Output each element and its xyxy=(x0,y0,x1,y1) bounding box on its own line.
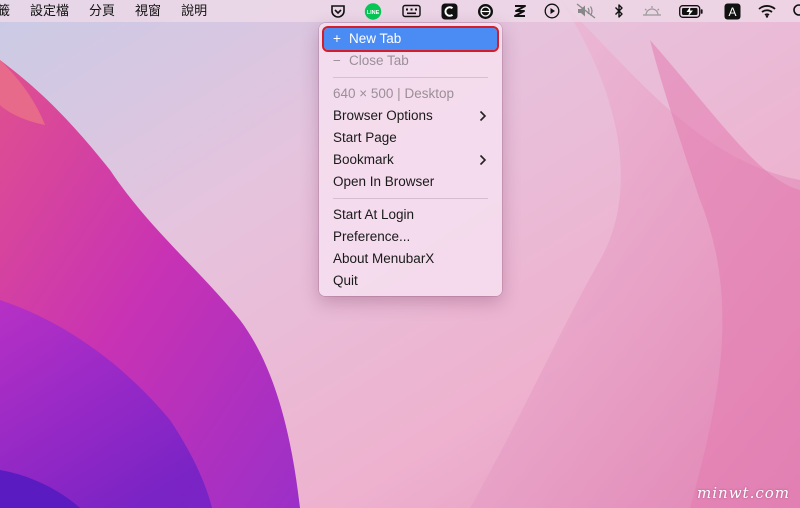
squiggle-app-icon[interactable] xyxy=(510,2,530,20)
chevron-right-icon xyxy=(479,149,487,173)
open-in-browser-menu-item[interactable]: Open In Browser xyxy=(324,171,497,193)
menu-bookmarks[interactable]: 籤 xyxy=(0,0,20,22)
viewport-size-info: 640 × 500 | Desktop xyxy=(333,86,454,101)
svg-text:A: A xyxy=(728,5,736,19)
about-menu-item[interactable]: About MenubarX xyxy=(324,248,497,270)
line-app-icon[interactable]: LINE xyxy=(363,2,383,20)
text-input-a-icon[interactable]: A xyxy=(722,2,742,20)
brightness-icon[interactable] xyxy=(642,2,662,20)
keyboard-icon[interactable] xyxy=(401,2,421,20)
menu-help[interactable]: 說明 xyxy=(171,0,217,22)
quit-menu-item[interactable]: Quit xyxy=(324,270,497,292)
search-icon[interactable] xyxy=(788,2,800,20)
bookmark-menu-item[interactable]: Bookmark xyxy=(324,149,497,171)
menu-bar: 籤 設定檔 分頁 視窗 說明 LINE A xyxy=(0,0,800,22)
menubarx-dropdown-menu: + New Tab − Close Tab 640 × 500 | Desktop … xyxy=(319,23,502,296)
pocket-icon[interactable] xyxy=(328,2,348,20)
vpn-globe-icon[interactable] xyxy=(475,2,495,20)
speaker-muted-icon[interactable] xyxy=(576,2,596,20)
menu-tabs[interactable]: 分頁 xyxy=(79,0,125,22)
plus-icon: + xyxy=(333,31,341,46)
browser-options-menu-item[interactable]: Browser Options xyxy=(324,105,497,127)
bookmark-label: Bookmark xyxy=(333,152,394,167)
c-app-icon[interactable] xyxy=(439,2,459,20)
menu-separator xyxy=(333,77,488,78)
watermark: minwt.com xyxy=(697,484,790,502)
minus-icon: − xyxy=(333,53,341,68)
svg-text:LINE: LINE xyxy=(367,10,380,16)
browser-options-label: Browser Options xyxy=(333,108,433,123)
start-at-login-menu-item[interactable]: Start At Login xyxy=(324,204,497,226)
menu-window[interactable]: 視窗 xyxy=(125,0,171,22)
close-tab-menu-item: − Close Tab xyxy=(324,50,497,72)
wifi-icon[interactable] xyxy=(757,2,777,20)
bluetooth-icon[interactable] xyxy=(609,2,629,20)
close-tab-label: Close Tab xyxy=(349,53,409,68)
menu-separator xyxy=(333,198,488,199)
app-menus: 籤 設定檔 分頁 視窗 說明 xyxy=(0,0,217,22)
new-tab-label: New Tab xyxy=(349,31,402,46)
preference-menu-item[interactable]: Preference... xyxy=(324,226,497,248)
play-icon[interactable] xyxy=(542,2,562,20)
new-tab-menu-item[interactable]: + New Tab xyxy=(322,26,499,52)
battery-charging-icon[interactable] xyxy=(678,2,704,20)
start-page-menu-item[interactable]: Start Page xyxy=(324,127,497,149)
chevron-right-icon xyxy=(479,105,487,129)
menu-profiles[interactable]: 設定檔 xyxy=(20,0,79,22)
